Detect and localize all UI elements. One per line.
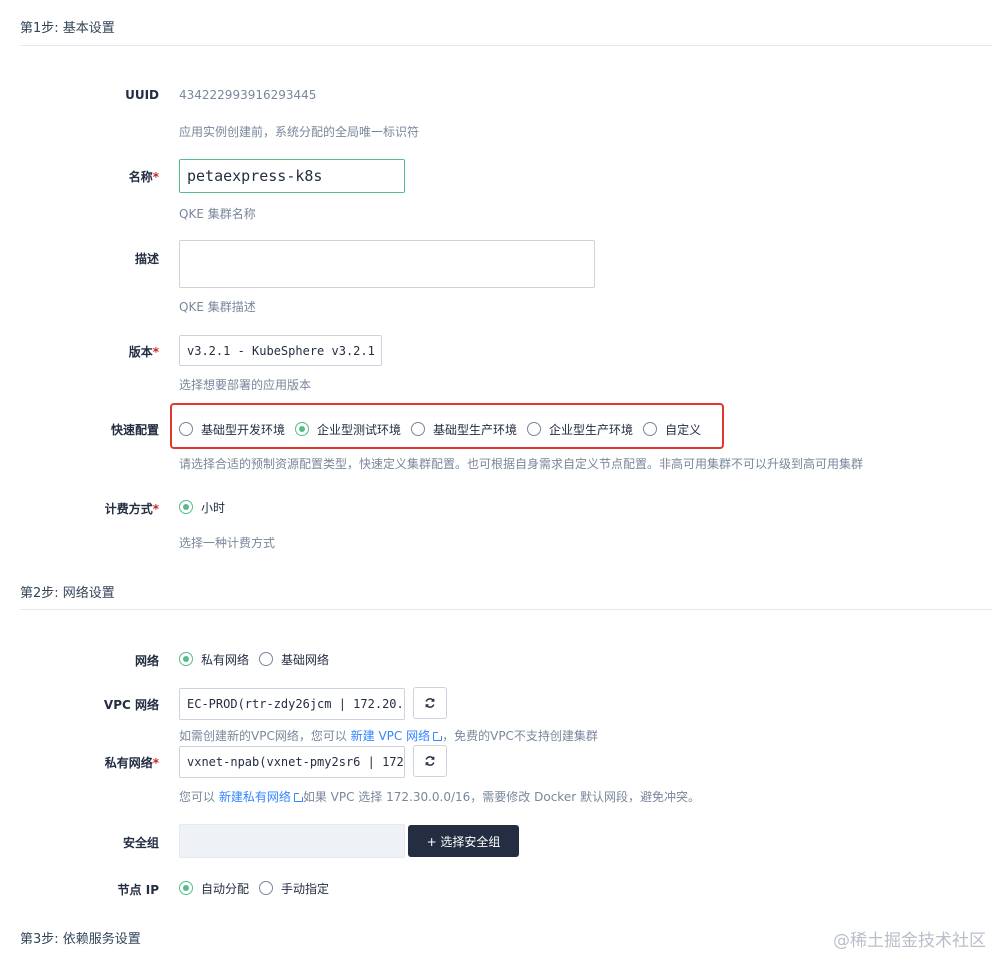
security-group-input[interactable] <box>179 824 405 858</box>
security-group-label: 安全组 <box>122 836 159 850</box>
step2-divider <box>20 609 992 610</box>
refresh-icon <box>425 698 435 708</box>
network-option-basic[interactable]: 基础网络 <box>259 651 329 668</box>
external-link-icon <box>293 792 304 802</box>
vpc-select-value: EC-PROD(rtr-zdy26jcm | 172.20.0.0/16) <box>187 697 404 711</box>
vpc-select[interactable]: EC-PROD(rtr-zdy26jcm | 172.20.0.0/16) <box>179 688 405 720</box>
description-textarea[interactable] <box>179 240 595 288</box>
quick-config-option-enterprise-test[interactable]: 企业型测试环境 <box>295 421 401 438</box>
step2-title: 第2步: 网络设置 <box>20 586 115 601</box>
step1-divider <box>20 45 992 46</box>
network-option-private[interactable]: 私有网络 <box>179 651 249 668</box>
radio-checked-icon <box>295 422 310 436</box>
name-input[interactable]: petaexpress-k8s <box>179 159 405 193</box>
version-label: 版本* <box>128 345 159 359</box>
uuid-hint: 应用实例创建前，系统分配的全局唯一标识符 <box>179 125 420 139</box>
name-hint: QKE 集群名称 <box>179 207 256 221</box>
description-label: 描述 <box>134 252 159 266</box>
quick-config-radio-group: 基础型开发环境 企业型测试环境 基础型生产环境 企业型生产环境 自定义 <box>179 419 711 439</box>
name-label: 名称* <box>128 170 159 184</box>
radio-checked-icon <box>179 881 193 895</box>
billing-label: 计费方式* <box>104 502 159 516</box>
radio-icon <box>643 422 658 436</box>
refresh-icon <box>425 756 435 766</box>
radio-checked-icon <box>179 652 193 666</box>
node-ip-label: 节点 IP <box>117 883 159 897</box>
node-ip-option-manual[interactable]: 手动指定 <box>259 880 329 897</box>
node-ip-radio-group: 自动分配 手动指定 <box>179 878 339 898</box>
billing-hint: 选择一种计费方式 <box>179 536 276 550</box>
private-net-select[interactable]: vxnet-npab(vxnet-pmy2sr6 | 172.20.0.0/24… <box>179 746 405 778</box>
billing-radio-group: 小时 <box>179 497 235 517</box>
radio-icon <box>411 422 426 436</box>
network-label: 网络 <box>134 654 159 668</box>
private-net-hint: 您可以 新建私有网络 如果 VPC 选择 172.30.0.0/16，需要修改 D… <box>179 790 700 804</box>
quick-config-label: 快速配置 <box>110 423 159 437</box>
radio-icon <box>527 422 542 436</box>
private-net-refresh-button[interactable] <box>413 745 447 777</box>
new-vpc-link[interactable]: 新建 VPC 网络 <box>351 729 430 743</box>
radio-icon <box>179 422 193 436</box>
step1-title: 第1步: 基本设置 <box>20 21 115 36</box>
quick-config-option-basic-prod[interactable]: 基础型生产环境 <box>411 421 517 438</box>
private-net-select-value: vxnet-npab(vxnet-pmy2sr6 | 172.20.0.0/24… <box>187 755 404 769</box>
step3-title: 第3步: 依赖服务设置 <box>20 932 141 947</box>
uuid-value: 434222993916293445 <box>179 88 317 102</box>
select-security-group-button[interactable]: + 选择安全组 <box>408 825 519 857</box>
description-hint: QKE 集群描述 <box>179 300 256 314</box>
radio-icon <box>259 652 274 666</box>
vpc-label: VPC 网络 <box>103 698 159 712</box>
quick-config-option-enterprise-prod[interactable]: 企业型生产环境 <box>527 421 633 438</box>
billing-option-hourly[interactable]: 小时 <box>179 499 225 516</box>
version-select-value: v3.2.1 - KubeSphere v3.2.1 <box>187 343 375 358</box>
node-ip-option-auto[interactable]: 自动分配 <box>179 880 249 897</box>
vpc-refresh-button[interactable] <box>413 687 447 719</box>
watermark: @稀土掘金技术社区 <box>833 931 986 951</box>
radio-checked-icon <box>179 500 193 514</box>
name-input-value: petaexpress-k8s <box>187 167 323 185</box>
new-private-net-link[interactable]: 新建私有网络 <box>219 790 291 804</box>
uuid-label: UUID <box>125 88 159 102</box>
vpc-hint: 如需创建新的VPC网络，您可以 新建 VPC 网络 ，免费的VPC不支持创建集群 <box>179 729 598 743</box>
quick-config-option-basic-dev[interactable]: 基础型开发环境 <box>179 421 285 438</box>
quick-config-option-custom[interactable]: 自定义 <box>643 421 701 438</box>
radio-icon <box>259 881 274 895</box>
version-select[interactable]: v3.2.1 - KubeSphere v3.2.1 <box>179 335 382 366</box>
private-net-label: 私有网络* <box>104 756 159 770</box>
external-link-icon <box>433 731 444 741</box>
quick-config-hint: 请选择合适的预制资源配置类型，快速定义集群配置。也可根据自身需求自定义节点配置。… <box>179 457 864 471</box>
network-radio-group: 私有网络 基础网络 <box>179 649 339 669</box>
version-hint: 选择想要部署的应用版本 <box>179 378 312 392</box>
